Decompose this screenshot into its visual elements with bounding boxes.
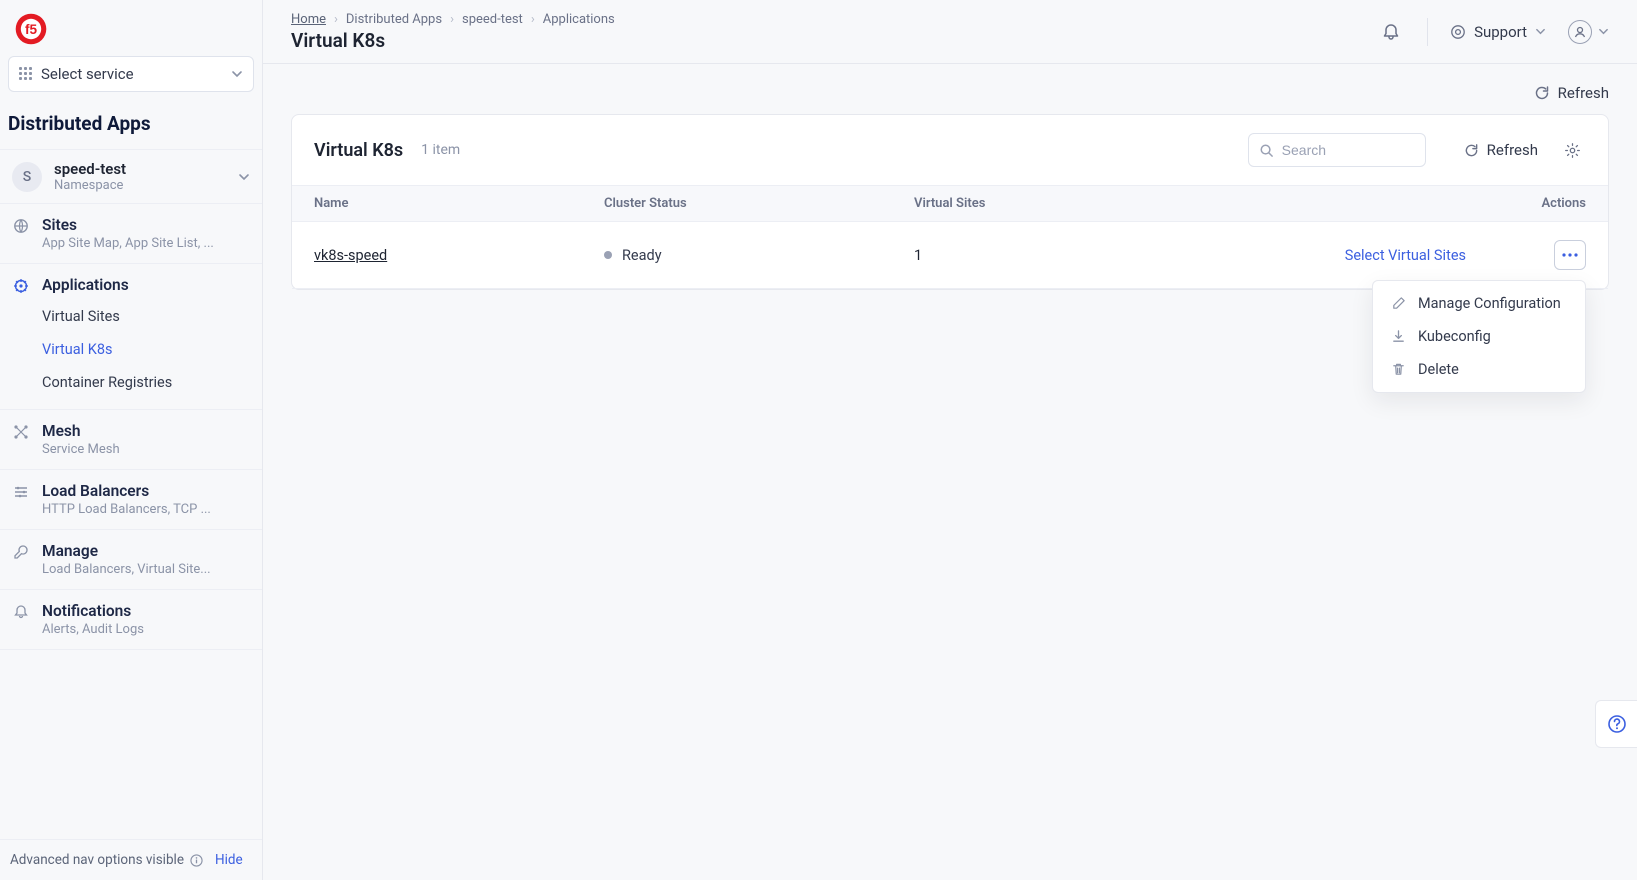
table-row: vk8s-speed Ready 1 Select Virtual Sites bbox=[292, 222, 1608, 289]
menu-label: Kubeconfig bbox=[1418, 328, 1491, 345]
sidebar-item-label: Notifications bbox=[42, 602, 250, 620]
col-status[interactable]: Cluster Status bbox=[604, 196, 914, 211]
subnav-container-registries[interactable]: Container Registries bbox=[42, 366, 262, 399]
sidebar-item-notifications[interactable]: Notifications Alerts, Audit Logs bbox=[0, 590, 262, 650]
col-name[interactable]: Name bbox=[314, 196, 604, 211]
info-icon[interactable] bbox=[190, 854, 203, 867]
notifications-bell-button[interactable] bbox=[1377, 18, 1405, 46]
helm-icon bbox=[12, 278, 30, 294]
f5-logo-icon: f5 bbox=[14, 12, 48, 46]
chevron-down-icon bbox=[1598, 26, 1609, 37]
virtual-k8s-card: Virtual K8s 1 item Refresh bbox=[291, 114, 1609, 290]
sidebar-item-mesh[interactable]: Mesh Service Mesh bbox=[0, 410, 262, 470]
footer-text: Advanced nav options visible bbox=[10, 852, 184, 868]
sidebar-section-title: Distributed Apps bbox=[0, 106, 262, 149]
menu-kubeconfig[interactable]: Kubeconfig bbox=[1373, 320, 1585, 353]
account-dropdown[interactable] bbox=[1568, 20, 1609, 44]
support-icon bbox=[1450, 24, 1466, 40]
sidebar-item-sub: App Site Map, App Site List, ... bbox=[42, 236, 242, 251]
breadcrumb-namespace[interactable]: speed-test bbox=[462, 12, 523, 27]
content-area: Refresh Virtual K8s 1 item bbox=[263, 64, 1637, 880]
applications-subnav: Virtual Sites Virtual K8s Container Regi… bbox=[0, 300, 262, 410]
sidebar-item-sites[interactable]: Sites App Site Map, App Site List, ... bbox=[0, 204, 262, 264]
page-refresh-button[interactable]: Refresh bbox=[1534, 84, 1609, 102]
status-text: Ready bbox=[622, 247, 662, 264]
sidebar-footer: Advanced nav options visible Hide bbox=[0, 839, 262, 880]
logo-row: f5 bbox=[0, 0, 262, 56]
sidebar-item-sub: Load Balancers, Virtual Site... bbox=[42, 562, 242, 577]
vsites-count: 1 bbox=[914, 247, 1224, 264]
sidebar-item-sub: HTTP Load Balancers, TCP ... bbox=[42, 502, 242, 517]
sidebar-item-label: Mesh bbox=[42, 422, 250, 440]
sidebar-item-label: Applications bbox=[42, 276, 250, 294]
globe-icon bbox=[12, 218, 30, 251]
row-actions-button[interactable] bbox=[1554, 240, 1586, 270]
chevron-down-icon bbox=[238, 171, 250, 183]
search-input-wrapper[interactable] bbox=[1248, 133, 1426, 167]
mesh-icon bbox=[12, 424, 30, 457]
sidebar-item-sub: Alerts, Audit Logs bbox=[42, 622, 242, 637]
chevron-right-icon: › bbox=[531, 12, 535, 27]
sidebar-item-sub: Service Mesh bbox=[42, 442, 242, 457]
table-settings-button[interactable] bbox=[1558, 136, 1586, 164]
hide-link[interactable]: Hide bbox=[215, 852, 243, 868]
wrench-icon bbox=[12, 544, 30, 577]
page-title: Virtual K8s bbox=[291, 29, 1377, 52]
menu-label: Manage Configuration bbox=[1418, 295, 1561, 312]
namespace-avatar: S bbox=[12, 162, 42, 192]
namespace-name: speed-test bbox=[54, 160, 226, 178]
select-virtual-sites-link[interactable]: Select Virtual Sites bbox=[1345, 247, 1466, 264]
support-label: Support bbox=[1474, 23, 1527, 41]
sidebar-item-manage[interactable]: Manage Load Balancers, Virtual Site... bbox=[0, 530, 262, 590]
support-dropdown[interactable]: Support bbox=[1450, 23, 1546, 41]
sidebar-item-label: Sites bbox=[42, 216, 250, 234]
main: Home › Distributed Apps › speed-test › A… bbox=[263, 0, 1637, 880]
topbar: Home › Distributed Apps › speed-test › A… bbox=[263, 0, 1637, 64]
breadcrumb-home[interactable]: Home bbox=[291, 12, 326, 27]
sidebar-item-label: Manage bbox=[42, 542, 250, 560]
refresh-label: Refresh bbox=[1558, 84, 1609, 102]
search-icon bbox=[1259, 143, 1274, 158]
sidebar-nav: Sites App Site Map, App Site List, ... A… bbox=[0, 204, 262, 839]
card-refresh-label: Refresh bbox=[1487, 141, 1538, 159]
sidebar-item-load-balancers[interactable]: Load Balancers HTTP Load Balancers, TCP … bbox=[0, 470, 262, 530]
chevron-right-icon: › bbox=[450, 12, 454, 27]
select-service-dropdown[interactable]: Select service bbox=[8, 56, 254, 92]
col-actions: Actions bbox=[1506, 196, 1586, 211]
status-dot-icon bbox=[604, 251, 612, 259]
load-balancer-icon bbox=[12, 484, 30, 517]
card-title: Virtual K8s bbox=[314, 140, 403, 161]
sidebar-item-applications[interactable]: Applications bbox=[0, 264, 262, 300]
virtual-k8s-table: Name Cluster Status Virtual Sites Action… bbox=[292, 185, 1608, 289]
col-vsites[interactable]: Virtual Sites bbox=[914, 196, 1224, 211]
sidebar-item-label: Load Balancers bbox=[42, 482, 250, 500]
grid-icon bbox=[19, 67, 33, 81]
subnav-virtual-sites[interactable]: Virtual Sites bbox=[42, 300, 262, 333]
card-refresh-button[interactable]: Refresh bbox=[1464, 141, 1538, 159]
chevron-down-icon bbox=[1535, 26, 1546, 37]
breadcrumbs: Home › Distributed Apps › speed-test › A… bbox=[291, 12, 1377, 27]
row-actions-dropdown: Manage Configuration Kubeconfig Delete bbox=[1372, 280, 1586, 393]
breadcrumb-applications[interactable]: Applications bbox=[543, 12, 615, 27]
menu-delete[interactable]: Delete bbox=[1373, 353, 1585, 386]
chevron-down-icon bbox=[231, 68, 243, 80]
select-service-label: Select service bbox=[41, 65, 223, 83]
search-input[interactable] bbox=[1282, 142, 1415, 158]
menu-label: Delete bbox=[1418, 361, 1459, 378]
help-float-button[interactable] bbox=[1595, 700, 1637, 748]
vk8s-name-link[interactable]: vk8s-speed bbox=[314, 247, 387, 264]
menu-manage-configuration[interactable]: Manage Configuration bbox=[1373, 287, 1585, 320]
avatar-icon bbox=[1568, 20, 1592, 44]
namespace-subtitle: Namespace bbox=[54, 178, 226, 193]
item-count: 1 item bbox=[421, 142, 460, 158]
bell-icon bbox=[12, 604, 30, 637]
chevron-right-icon: › bbox=[334, 12, 338, 27]
divider bbox=[1427, 18, 1428, 46]
table-header: Name Cluster Status Virtual Sites Action… bbox=[292, 185, 1608, 222]
svg-text:f5: f5 bbox=[25, 22, 38, 37]
subnav-virtual-k8s[interactable]: Virtual K8s bbox=[42, 333, 262, 366]
namespace-selector[interactable]: S speed-test Namespace bbox=[0, 149, 262, 204]
breadcrumb-distributed-apps[interactable]: Distributed Apps bbox=[346, 12, 442, 27]
sidebar: f5 Select service Distributed Apps S spe… bbox=[0, 0, 263, 880]
